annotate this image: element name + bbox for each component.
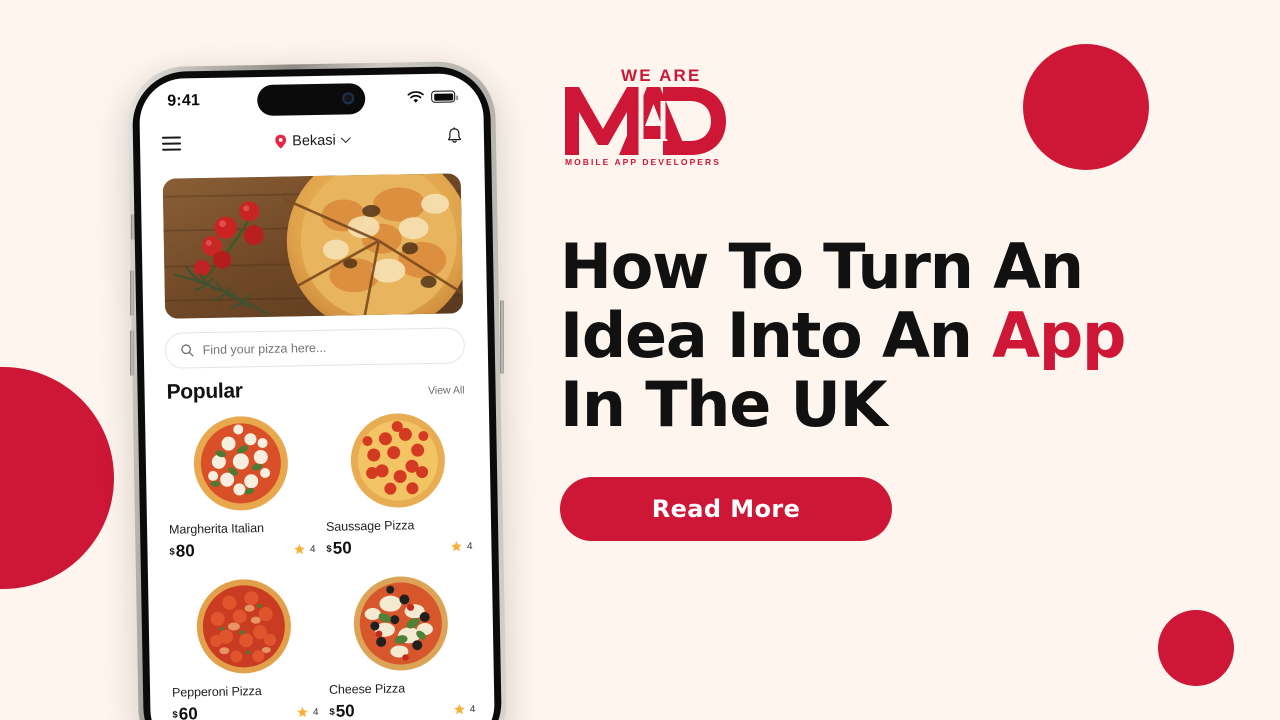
star-icon bbox=[454, 704, 466, 715]
product-meta: $80 4 bbox=[169, 539, 315, 562]
product-rating: 4 bbox=[297, 706, 319, 718]
phone-mockup: 9:41 Bekasi Find your pizza here... Popu… bbox=[126, 60, 508, 720]
price-value: 50 bbox=[332, 538, 352, 558]
product-rating: 4 bbox=[454, 703, 476, 715]
headline-accent-word: App bbox=[992, 299, 1126, 372]
rating-value: 4 bbox=[469, 703, 476, 715]
phone-volume-up-button[interactable] bbox=[130, 270, 134, 316]
product-name: Saussage Pizza bbox=[325, 518, 415, 534]
location-selector[interactable]: Bekasi bbox=[275, 132, 351, 150]
product-price: $50 bbox=[326, 538, 352, 558]
product-card[interactable]: Saussage Pizza $50 4 bbox=[324, 407, 473, 559]
price-value: 60 bbox=[178, 704, 198, 720]
product-image-pepperoni-pizza bbox=[170, 573, 318, 680]
product-price: $50 bbox=[329, 701, 355, 720]
location-pin-icon bbox=[275, 134, 287, 149]
read-more-button[interactable]: Read More bbox=[560, 477, 892, 541]
app-header: Bekasi bbox=[140, 119, 485, 163]
product-grid: Margherita Italian $80 4 Saussage Pizza … bbox=[167, 407, 479, 720]
product-name: Margherita Italian bbox=[168, 520, 264, 537]
battery-icon bbox=[431, 90, 456, 103]
dynamic-island bbox=[256, 83, 366, 117]
product-name: Cheese Pizza bbox=[328, 681, 406, 697]
brand-logo: WE ARE MOBILE APP DEVELOPERS bbox=[563, 46, 743, 176]
headline-line-3: In The UK bbox=[560, 368, 888, 441]
product-meta: $50 4 bbox=[329, 699, 475, 720]
product-rating: 4 bbox=[451, 540, 473, 552]
rating-value: 4 bbox=[466, 540, 473, 552]
phone-power-button[interactable] bbox=[500, 300, 504, 374]
product-rating: 4 bbox=[294, 543, 316, 555]
chevron-down-icon bbox=[340, 132, 351, 143]
currency-symbol: $ bbox=[169, 546, 175, 558]
decorative-circle-left bbox=[0, 367, 114, 589]
price-value: 80 bbox=[175, 541, 195, 561]
status-bar-time: 9:41 bbox=[167, 92, 201, 110]
headline-line-2-prefix: Idea Into An bbox=[560, 299, 993, 372]
search-icon bbox=[181, 344, 194, 357]
section-title: Popular bbox=[166, 379, 243, 404]
star-icon bbox=[451, 541, 463, 552]
page-title: How To Turn An Idea Into An App In The U… bbox=[560, 232, 1180, 439]
phone-screen: 9:41 Bekasi Find your pizza here... Popu… bbox=[138, 72, 496, 720]
rating-value: 4 bbox=[309, 543, 316, 555]
currency-symbol: $ bbox=[172, 709, 178, 720]
product-meta: $60 4 bbox=[172, 702, 318, 720]
product-card[interactable]: Pepperoni Pizza $60 4 bbox=[170, 573, 319, 720]
logo-tagline-bottom: MOBILE APP DEVELOPERS bbox=[565, 157, 721, 167]
hamburger-menu-icon[interactable] bbox=[161, 136, 182, 151]
wifi-icon bbox=[407, 90, 424, 103]
status-bar-indicators bbox=[407, 90, 456, 104]
notification-bell-icon[interactable] bbox=[447, 127, 462, 149]
product-meta: $50 4 bbox=[326, 536, 472, 559]
search-bar[interactable] bbox=[164, 327, 466, 369]
search-input[interactable] bbox=[202, 338, 449, 358]
star-icon bbox=[294, 543, 306, 555]
mad-letterform-icon bbox=[565, 87, 726, 155]
price-value: 50 bbox=[335, 701, 355, 720]
product-image-cheese-pizza bbox=[327, 570, 475, 677]
popular-section-header: Popular View All bbox=[166, 375, 464, 404]
product-image-margherita-pizza bbox=[167, 410, 315, 517]
product-price: $80 bbox=[169, 541, 195, 561]
content-column: WE ARE MOBILE APP DEVELOPERS How To Turn… bbox=[560, 46, 1180, 541]
product-card[interactable]: Cheese Pizza $50 4 bbox=[327, 570, 476, 720]
hero-banner-image[interactable] bbox=[162, 173, 464, 319]
logo-wordmark-mad bbox=[563, 79, 728, 162]
rating-value: 4 bbox=[312, 706, 319, 718]
headline-line-1: How To Turn An bbox=[560, 230, 1084, 303]
phone-volume-down-button[interactable] bbox=[130, 330, 134, 376]
currency-symbol: $ bbox=[329, 706, 335, 718]
decorative-circle-bottom-right bbox=[1158, 610, 1234, 686]
currency-symbol: $ bbox=[326, 543, 332, 555]
star-icon bbox=[297, 706, 309, 718]
product-image-sausage-pizza bbox=[324, 407, 472, 514]
product-card[interactable]: Margherita Italian $80 4 bbox=[167, 410, 316, 562]
view-all-link[interactable]: View All bbox=[428, 384, 465, 397]
status-bar: 9:41 bbox=[139, 73, 484, 125]
product-name: Pepperoni Pizza bbox=[171, 684, 262, 700]
product-price: $60 bbox=[172, 704, 198, 720]
location-label: Bekasi bbox=[292, 132, 336, 150]
